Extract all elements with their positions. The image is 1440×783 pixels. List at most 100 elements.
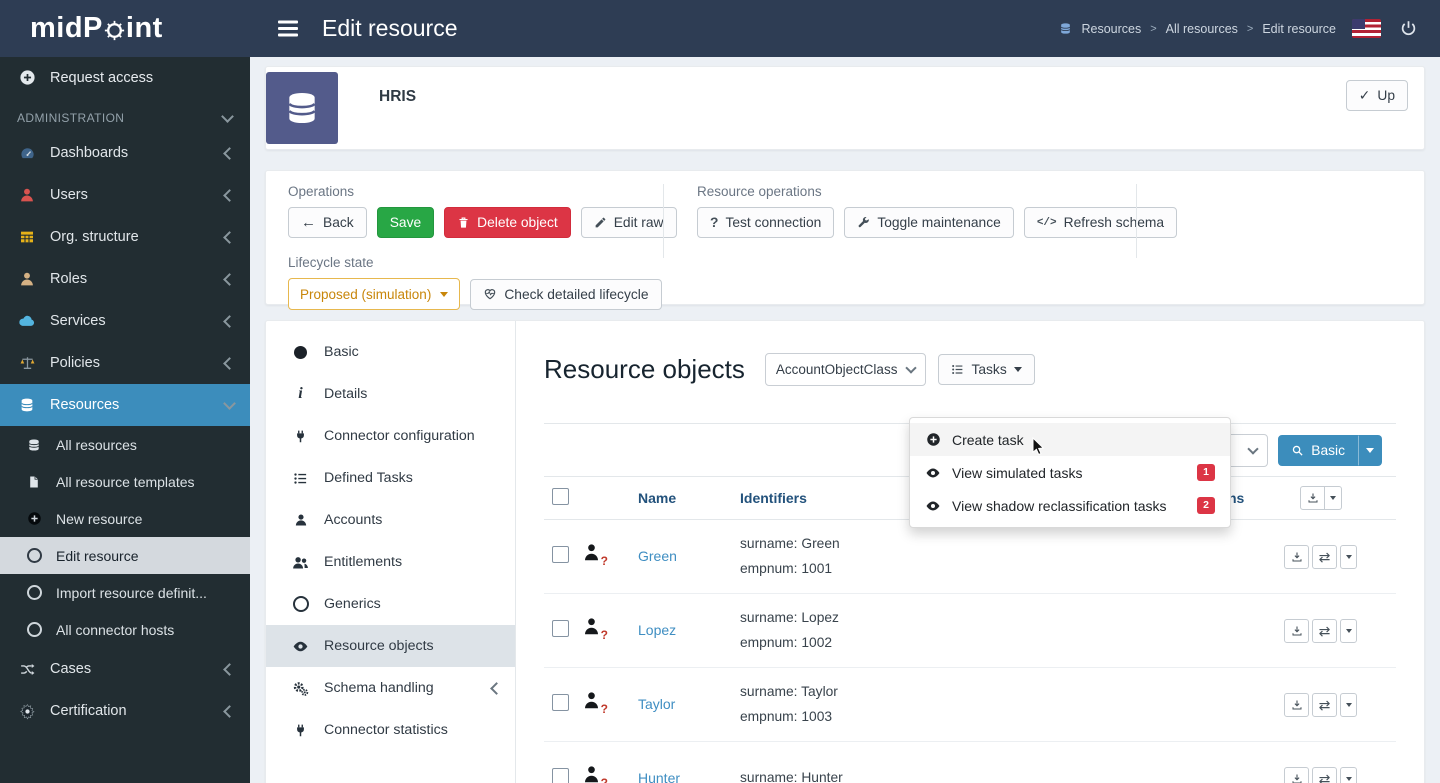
row-menu-caret-button[interactable] [1340,619,1357,643]
check-icon: ✓ [1359,88,1371,104]
tab-resource-objects[interactable]: Resource objects [266,625,515,667]
export-caret-button[interactable] [1325,486,1342,510]
sidebar-item-policies[interactable]: Policies [0,342,250,384]
row-checkbox[interactable] [552,768,569,783]
shadow-unknown-icon: ? [582,764,604,783]
caret-down-icon [1346,629,1352,633]
sidebar-subitem-edit-resource[interactable]: Edit resource [0,537,250,574]
back-button[interactable]: ← Back [288,207,367,238]
chevron-down-icon [223,397,236,410]
breadcrumb: Resources > All resources > Edit resourc… [1059,22,1336,36]
hamburger-menu-button[interactable] [268,17,308,40]
row-checkbox[interactable] [552,546,569,563]
resource-status-up-button[interactable]: ✓ Up [1346,80,1408,111]
info-icon: i [291,386,310,402]
tab-basic[interactable]: Basic [266,331,515,373]
delete-object-button[interactable]: Delete object [444,207,571,238]
check-detailed-lifecycle-button[interactable]: Check detailed lifecycle [470,279,661,310]
language-flag-us[interactable] [1352,19,1381,38]
row-menu-caret-button[interactable] [1340,767,1357,783]
select-all-checkbox[interactable] [552,488,569,505]
menu-item-create-task[interactable]: Create task [910,423,1230,456]
menu-item-view-simulated-tasks[interactable]: View simulated tasks 1 [910,456,1230,489]
task-list-icon [951,363,964,376]
sidebar-item-roles[interactable]: Roles [0,258,250,300]
download-icon[interactable] [1284,619,1309,643]
tab-generics[interactable]: Generics [266,583,515,625]
sidebar-section-administration[interactable]: ADMINISTRATION [0,98,250,132]
sidebar-subitem-all-resource-templates[interactable]: All resource templates [0,463,250,500]
object-class-select[interactable]: AccountObjectClass [765,353,927,386]
plug-icon [291,429,310,444]
resource-name: HRIS [379,88,416,149]
tab-defined-tasks[interactable]: Defined Tasks [266,457,515,499]
tab-details[interactable]: i Details [266,373,515,415]
sidebar-subitem-all-resources[interactable]: All resources [0,426,250,463]
lifecycle-label: Lifecycle state [288,255,663,270]
tasks-dropdown-button[interactable]: Tasks [938,354,1034,385]
sidebar-item-org-structure[interactable]: Org. structure [0,216,250,258]
swap-icon[interactable]: ⇄ [1312,545,1337,569]
row-menu-caret-button[interactable] [1340,693,1357,717]
heart-pulse-icon [483,287,497,301]
object-name-link[interactable]: Taylor [638,696,675,712]
download-icon[interactable] [1284,693,1309,717]
row-checkbox[interactable] [552,620,569,637]
org-grid-icon [17,229,37,245]
row-checkbox[interactable] [552,694,569,711]
object-name-link[interactable]: Lopez [638,622,676,638]
download-icon[interactable] [1300,486,1325,510]
sidebar-item-cases[interactable]: Cases [0,648,250,690]
breadcrumb-edit-resource[interactable]: Edit resource [1262,22,1336,36]
chevron-down-icon [440,292,448,297]
tab-schema-handling[interactable]: Schema handling [266,667,515,709]
download-icon[interactable] [1284,545,1309,569]
lifecycle-state-select[interactable]: Proposed (simulation) [288,278,460,310]
sidebar-subitem-import-resource-definition[interactable]: Import resource definit... [0,574,250,611]
swap-icon[interactable]: ⇄ [1312,767,1337,783]
column-header-name[interactable]: Name [638,490,676,506]
database-icon [283,89,321,127]
sidebar-subitem-all-connector-hosts[interactable]: All connector hosts [0,611,250,648]
sidebar-item-certification[interactable]: Certification [0,690,250,732]
caret-down-icon [1346,555,1352,559]
logout-power-button[interactable] [1397,17,1420,40]
menu-item-view-shadow-reclassification-tasks[interactable]: View shadow reclassification tasks 2 [910,489,1230,522]
tab-connector-statistics[interactable]: Connector statistics [266,709,515,751]
database-icon [17,397,37,413]
chevron-left-icon [490,682,503,695]
breadcrumb-resources[interactable]: Resources [1081,22,1141,36]
object-name-link[interactable]: Hunter [638,770,680,783]
column-header-identifiers[interactable]: Identifiers [740,490,807,506]
tab-connector-configuration[interactable]: Connector configuration [266,415,515,457]
object-name-link[interactable]: Green [638,548,677,564]
caret-down-icon [1330,496,1336,500]
breadcrumb-separator: > [1247,23,1253,35]
plug-icon [291,723,310,738]
tab-entitlements[interactable]: Entitlements [266,541,515,583]
brand-logo[interactable]: midP int [0,0,250,57]
refresh-schema-button[interactable]: </> Refresh schema [1024,207,1177,238]
test-connection-button[interactable]: ? Test connection [697,207,834,238]
breadcrumb-all-resources[interactable]: All resources [1166,22,1238,36]
swap-icon[interactable]: ⇄ [1312,693,1337,717]
sidebar-item-users[interactable]: Users [0,174,250,216]
circle-outline-icon [24,548,44,563]
sidebar-item-dashboards[interactable]: Dashboards [0,132,250,174]
row-menu-caret-button[interactable] [1340,545,1357,569]
sidebar-item-request-access[interactable]: Request access [0,57,250,98]
toggle-maintenance-button[interactable]: Toggle maintenance [844,207,1014,238]
tab-accounts[interactable]: Accounts [266,499,515,541]
resource-summary-card: HRIS ✓ Up [265,66,1425,150]
question-icon: ? [710,215,718,230]
main-content: HRIS ✓ Up Operations ← Back Save [250,57,1440,783]
swap-icon[interactable]: ⇄ [1312,619,1337,643]
sidebar-subitem-new-resource[interactable]: New resource [0,500,250,537]
basic-search-button[interactable]: Basic [1278,435,1358,466]
save-button[interactable]: Save [377,207,434,238]
gauge-icon [17,145,37,162]
search-mode-caret-button[interactable] [1358,435,1382,466]
sidebar-item-resources[interactable]: Resources [0,384,250,426]
download-icon[interactable] [1284,767,1309,783]
sidebar-item-services[interactable]: Services [0,300,250,342]
